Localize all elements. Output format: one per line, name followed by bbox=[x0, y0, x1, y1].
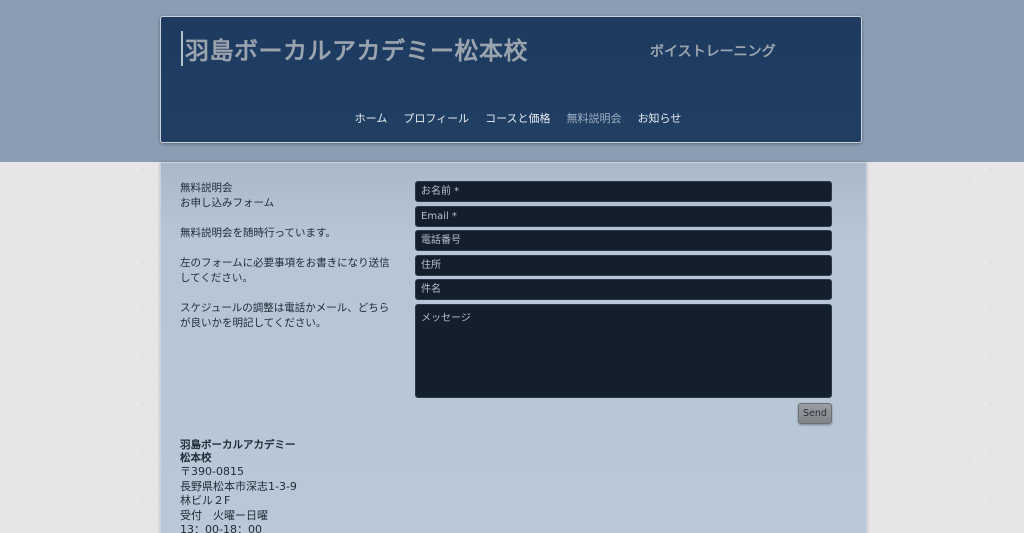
address-name: 羽島ボーカルアカデミー 松本校 bbox=[180, 439, 380, 464]
site-title[interactable]: 羽島ボーカルアカデミー松本校 bbox=[181, 31, 528, 66]
nav-item-courses[interactable]: コースと価格 bbox=[477, 106, 558, 130]
address-reception: 受付 火曜ー日曜 bbox=[180, 508, 268, 522]
contact-form bbox=[415, 181, 832, 401]
subject-input[interactable] bbox=[415, 279, 832, 300]
address-name-line1: 羽島ボーカルアカデミー bbox=[180, 439, 296, 451]
main-content: 無料説明会 お申し込みフォーム 無料説明会を随時行っています。 左のフォームに必… bbox=[160, 162, 867, 533]
address-postal: 〒390-0815 bbox=[180, 465, 244, 478]
nav-item-home[interactable]: ホーム bbox=[347, 106, 396, 130]
site-subtitle: ボイストレーニング bbox=[650, 44, 776, 60]
nav-item-profile[interactable]: プロフィール bbox=[395, 106, 477, 130]
nav-item-free-session[interactable]: 無料説明会 bbox=[559, 106, 630, 130]
message-textarea[interactable] bbox=[415, 303, 832, 398]
intro-paragraph-3: スケジュールの調整は電話かメール、どちらが良いかを明記してください。 bbox=[180, 302, 390, 329]
site-header: 羽島ボーカルアカデミー松本校 ボイストレーニング ホーム プロフィール コースと… bbox=[160, 16, 862, 143]
address-input[interactable] bbox=[415, 254, 832, 276]
intro-text: 無料説明会 お申し込みフォーム 無料説明会を随時行っています。 左のフォームに必… bbox=[180, 181, 395, 346]
name-input[interactable] bbox=[415, 181, 832, 202]
address-name-line2: 松本校 bbox=[180, 451, 212, 464]
school-address: 羽島ボーカルアカデミー 松本校 〒390-0815 長野県松本市深志1-3-9 … bbox=[180, 439, 380, 533]
address-hours: 13：00-18：00 bbox=[180, 523, 262, 533]
intro-paragraph-2: 左のフォームに必要事項をお書きになり送信してください。 bbox=[180, 257, 390, 284]
nav-item-news[interactable]: お知らせ bbox=[630, 106, 690, 130]
intro-heading-line1: 無料説明会 bbox=[180, 182, 233, 194]
intro-heading-line2: お申し込みフォーム bbox=[180, 197, 275, 209]
main-nav: ホーム プロフィール コースと価格 無料説明会 お知らせ bbox=[161, 106, 861, 130]
address-building: 林ビル２F bbox=[180, 494, 231, 507]
intro-paragraph-1: 無料説明会を随時行っています。 bbox=[180, 227, 336, 239]
send-button[interactable]: Send bbox=[798, 403, 832, 424]
phone-input[interactable] bbox=[415, 230, 832, 251]
address-street: 長野県松本市深志1-3-9 bbox=[180, 479, 297, 493]
email-input[interactable] bbox=[415, 205, 832, 227]
